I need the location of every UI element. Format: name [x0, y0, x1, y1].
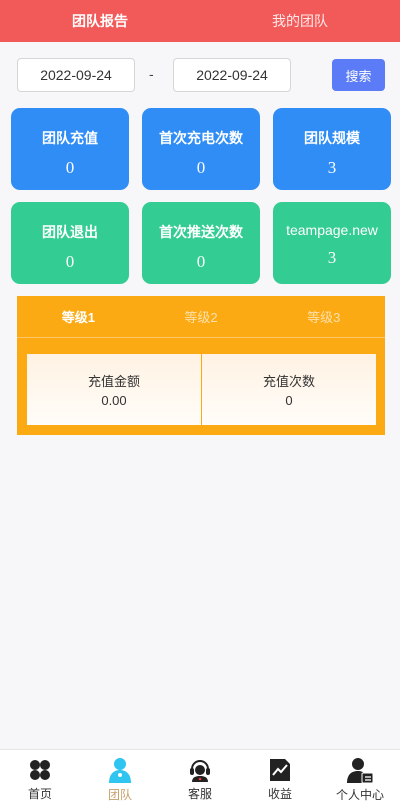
nav-label: 团队: [107, 788, 132, 802]
nav-label: 客服: [187, 787, 212, 801]
card-label: 团队退出: [42, 224, 98, 240]
nav-item-customer-service[interactable]: 客服: [160, 750, 240, 802]
earnings-chart-icon: [267, 757, 293, 782]
card-value: 0: [65, 158, 75, 177]
nav-item-team[interactable]: 团队: [80, 750, 160, 802]
stat-value: 0: [285, 393, 293, 408]
date-separator: -: [149, 66, 154, 82]
nav-item-profile[interactable]: 个人中心: [320, 750, 400, 802]
card-label: 首次充电次数: [159, 130, 243, 146]
level-tabs: 等级1 等级2 等级3: [17, 296, 385, 338]
card-value: 0: [65, 252, 75, 271]
start-date-input[interactable]: 2022-09-24: [17, 58, 135, 92]
card-label: teampage.new: [286, 222, 378, 238]
nav-label: 个人中心: [335, 788, 384, 802]
card-value: 3: [327, 158, 337, 177]
card-first-charge-count: 首次充电次数 0: [142, 108, 260, 190]
card-team-recharge: 团队充值 0: [11, 108, 129, 190]
team-icon: [107, 757, 133, 783]
nav-item-earnings[interactable]: 收益: [240, 750, 320, 802]
stat-label: 充值金额: [87, 374, 140, 389]
card-team-exit: 团队退出 0: [11, 202, 129, 284]
card-value: 0: [196, 252, 206, 271]
card-teampage-new: teampage.new 3: [273, 202, 391, 284]
card-value: 3: [327, 248, 337, 267]
home-grid-icon: [27, 757, 53, 782]
stat-recharge-count: 充值次数 0: [202, 354, 376, 425]
profile-icon: [347, 757, 373, 783]
card-label: 团队规模: [304, 130, 360, 146]
stat-value: 0.00: [101, 393, 127, 408]
level-panel: 等级1 等级2 等级3 充值金额 0.00 充值次数 0: [17, 296, 385, 435]
nav-label: 收益: [267, 787, 292, 801]
date-filter: 2022-09-24 - 2022-09-24 搜索: [0, 58, 400, 92]
card-label: 首次推送次数: [159, 224, 243, 240]
tab-level-3[interactable]: 等级3: [262, 296, 385, 337]
stat-label: 充值次数: [262, 374, 315, 389]
card-team-size: 团队规模 3: [273, 108, 391, 190]
bottom-nav: 首页 团队 客服 收益 个人中心: [0, 749, 400, 802]
search-button[interactable]: 搜索: [332, 59, 385, 91]
nav-item-home[interactable]: 首页: [0, 750, 80, 802]
nav-label: 首页: [27, 787, 52, 801]
header-tabs: 团队报告 我的团队: [0, 0, 400, 42]
card-value: 0: [196, 158, 206, 177]
tab-team-report[interactable]: 团队报告: [0, 0, 200, 42]
card-first-push-count: 首次推送次数 0: [142, 202, 260, 284]
tab-level-1[interactable]: 等级1: [17, 296, 140, 337]
customer-service-icon: [187, 757, 213, 782]
end-date-input[interactable]: 2022-09-24: [173, 58, 291, 92]
tab-my-team[interactable]: 我的团队: [200, 0, 400, 42]
tab-level-2[interactable]: 等级2: [140, 296, 263, 337]
card-label: 团队充值: [42, 130, 98, 146]
stat-recharge-amount: 充值金额 0.00: [27, 354, 201, 425]
